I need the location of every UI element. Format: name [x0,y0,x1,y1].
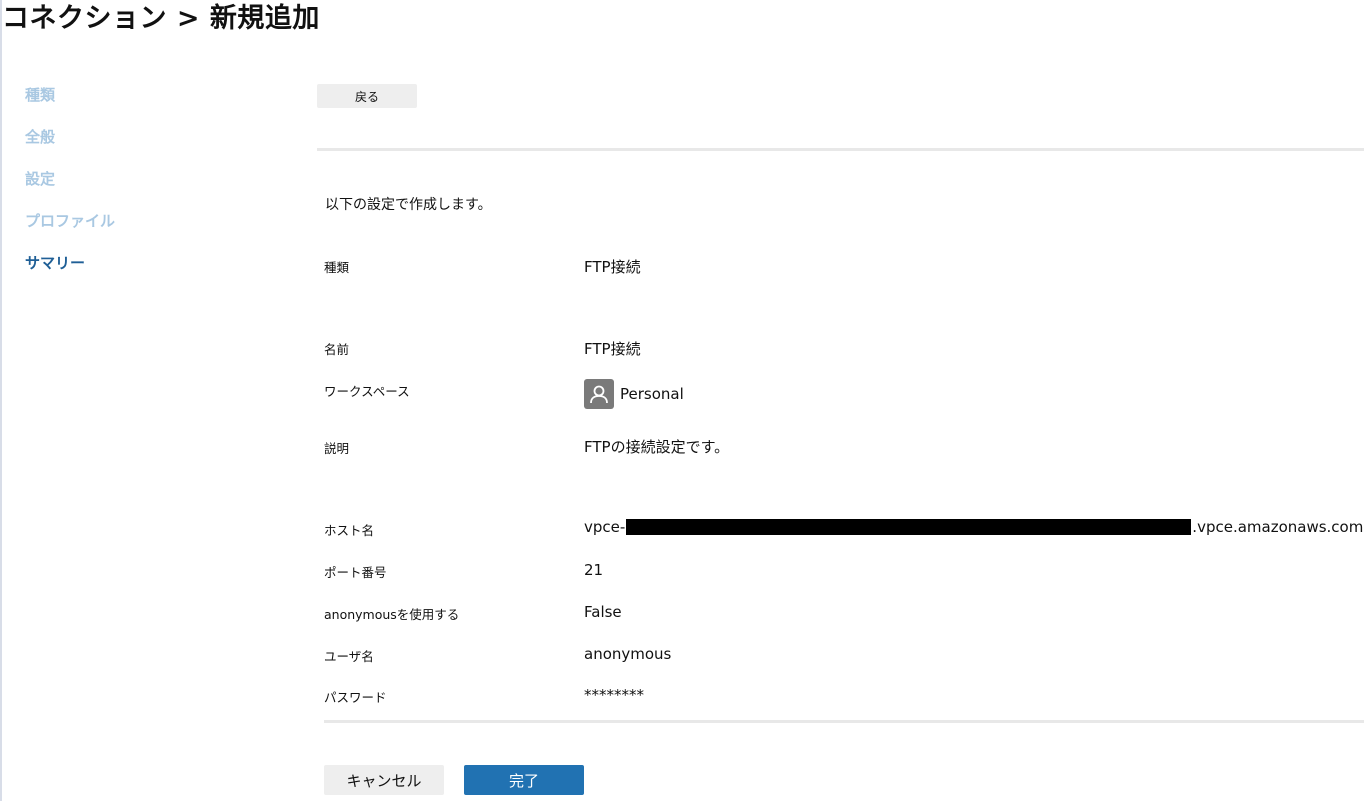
name-label: 名前 [324,342,350,357]
user-icon [584,379,614,409]
name-value: FTP接続 [584,340,641,358]
host-suffix: .vpce.amazonaws.com [1192,518,1364,536]
anonymous-value: False [584,603,622,621]
type-label: 種類 [324,260,350,275]
step-item-type[interactable]: 種類 [25,84,265,126]
left-border [0,0,2,801]
workspace-value: Personal [584,379,684,409]
description-label: 説明 [324,441,350,456]
step-item-summary[interactable]: サマリー [25,252,265,294]
type-value: FTP接続 [584,258,641,276]
password-value: ******** [584,686,644,704]
password-label: パスワード [324,690,387,705]
redaction-bar [626,519,1192,535]
divider [317,148,1364,151]
finish-button[interactable]: 完了 [464,765,584,795]
summary-intro: 以下の設定で作成します。 [325,197,492,213]
back-button[interactable]: 戻る [317,84,417,108]
divider [324,720,1364,723]
step-item-profile[interactable]: プロファイル [25,210,265,252]
workspace-name: Personal [620,385,684,403]
port-label: ポート番号 [324,565,387,580]
cancel-button[interactable]: キャンセル [324,765,444,795]
host-value: vpce- .vpce.amazonaws.com [584,518,1363,536]
host-prefix: vpce- [584,518,626,536]
username-label: ユーザ名 [324,649,374,664]
username-value: anonymous [584,645,672,663]
page-title: コネクション > 新規追加 [2,3,320,34]
host-label: ホスト名 [324,523,375,538]
description-value: FTPの接続設定です。 [584,438,730,456]
workspace-label: ワークスペース [324,384,410,399]
anonymous-label: anonymousを使用する [324,607,460,622]
step-item-general[interactable]: 全般 [25,126,265,168]
step-navigation: 種類 全般 設定 プロファイル サマリー [25,84,265,294]
port-value: 21 [584,561,604,579]
step-item-settings[interactable]: 設定 [25,168,265,210]
